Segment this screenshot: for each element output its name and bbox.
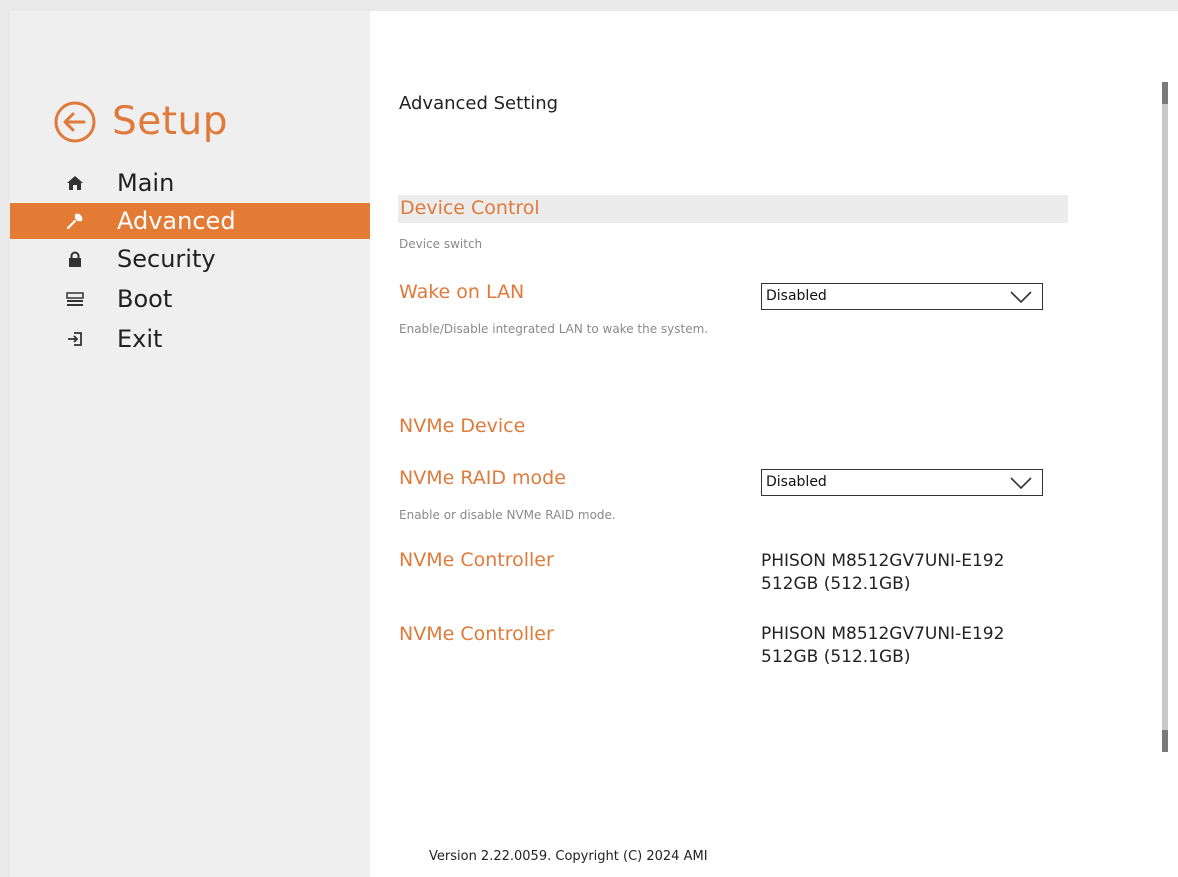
nvme-controller-value: PHISON M8512GV7UNI-E192 512GB (512.1GB) [761,550,1004,596]
wake-on-lan-help: Enable/Disable integrated LAN to wake th… [399,322,709,336]
dropdown-value: Disabled [766,474,827,490]
back-arrow-circle-icon[interactable] [52,99,98,145]
setup-window: Setup Main Advanced Security Boot Exit A… [10,11,1178,877]
nvme-controller-label: NVMe Controller [399,623,554,645]
scrollbar-down-cap[interactable] [1162,730,1168,752]
nvme-section-header: NVMe Device [399,415,526,437]
nvme-controller-value: PHISON M8512GV7UNI-E192 512GB (512.1GB) [761,623,1004,669]
nvme-raid-mode-dropdown[interactable]: Disabled [761,469,1043,496]
back-button[interactable]: Setup [52,97,228,147]
drive-icon [63,287,87,311]
wrench-icon [63,209,87,233]
section-header-device-control: Device Control [398,195,1068,223]
sidebar-nav: Main Advanced Security Boot Exit [10,163,370,359]
nvme-raid-mode-help: Enable or disable NVMe RAID mode. [399,508,616,522]
sidebar-item-label: Security [117,245,216,273]
scrollbar-up-cap[interactable] [1162,82,1168,104]
sidebar-item-security[interactable]: Security [10,239,370,279]
sidebar-item-main[interactable]: Main [10,163,370,203]
section-description: Device switch [399,237,483,251]
nvme-controller-model: PHISON M8512GV7UNI-E192 [761,551,1005,571]
sidebar-item-boot[interactable]: Boot [10,279,370,319]
sidebar-item-label: Boot [117,285,173,313]
nvme-controller-label: NVMe Controller [399,549,554,571]
setup-title: Setup [112,99,229,144]
sidebar-item-exit[interactable]: Exit [10,319,370,359]
wake-on-lan-label: Wake on LAN [399,281,525,303]
sidebar-item-label: Exit [117,325,163,353]
nvme-controller-capacity: 512GB (512.1GB) [761,647,911,667]
nvme-controller-model: PHISON M8512GV7UNI-E192 [761,624,1005,644]
wake-on-lan-dropdown[interactable]: Disabled [761,283,1043,310]
sidebar-item-advanced[interactable]: Advanced [10,203,370,239]
sidebar-item-label: Main [117,169,175,197]
scrollbar-thumb[interactable] [1162,82,1168,752]
sidebar-item-label: Advanced [117,207,236,235]
sidebar: Setup Main Advanced Security Boot Exit [10,11,370,877]
home-icon [63,171,87,195]
main-content: Advanced Setting Device Control Device s… [370,11,1178,877]
chevron-down-icon [1010,477,1032,490]
exit-icon [63,327,87,351]
lock-icon [63,247,87,271]
nvme-controller-capacity: 512GB (512.1GB) [761,574,911,594]
page-title: Advanced Setting [399,93,559,114]
section-header-label: Device Control [400,197,540,219]
nvme-raid-mode-label: NVMe RAID mode [399,467,566,489]
chevron-down-icon [1010,291,1032,304]
version-footer: Version 2.22.0059. Copyright (C) 2024 AM… [429,849,708,864]
dropdown-value: Disabled [766,288,827,304]
